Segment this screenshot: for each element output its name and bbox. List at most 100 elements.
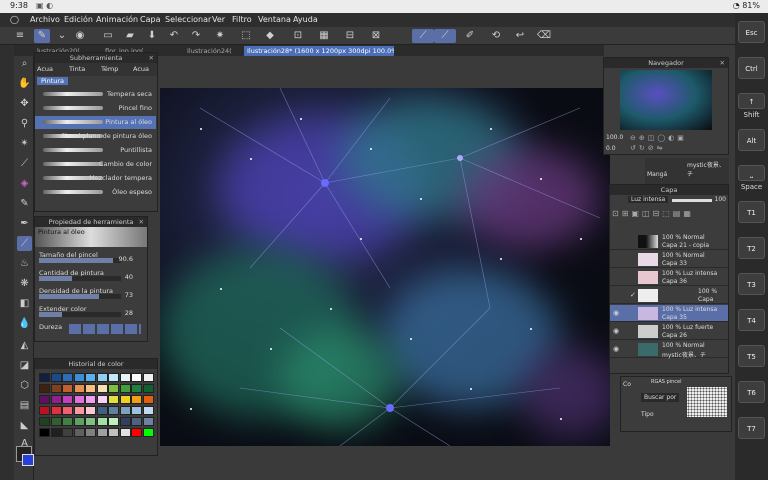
deselect-icon[interactable]: ⊟: [342, 29, 358, 43]
color-swatch[interactable]: [50, 417, 62, 426]
tab-ilustracion24[interactable]: Ilustración24(: [184, 46, 236, 56]
brush-icon[interactable]: ⟋: [17, 236, 32, 251]
color-swatch[interactable]: [85, 417, 96, 426]
color-swatch[interactable]: [62, 417, 73, 426]
color-swatch[interactable]: [39, 428, 50, 437]
zoom-icon[interactable]: ⌕: [17, 56, 32, 71]
color-swatch[interactable]: [131, 417, 142, 426]
fill-tool-icon[interactable]: ◭: [17, 338, 32, 353]
material-search-input[interactable]: Buscar por: [641, 393, 680, 402]
color-swatch[interactable]: [73, 428, 85, 437]
material-preview[interactable]: [687, 387, 727, 417]
decoration-icon[interactable]: ❋: [17, 276, 32, 291]
color-swatch[interactable]: [39, 406, 50, 415]
tab-tinta[interactable]: Tinta: [69, 65, 85, 73]
color-swatch[interactable]: [62, 428, 73, 437]
key-t6[interactable]: T6: [738, 381, 765, 403]
prop-hardness[interactable]: Dureza: [37, 323, 145, 337]
layer-row[interactable]: 100 % Normal Capa 33: [610, 251, 728, 268]
selection-icon[interactable]: ⬚: [238, 29, 254, 43]
color-swatch[interactable]: [142, 395, 154, 404]
lasso-icon[interactable]: ⚲: [17, 116, 32, 131]
brush-item[interactable]: Pincel fino: [35, 102, 156, 115]
navigator-preview[interactable]: [620, 70, 712, 130]
eyedropper-icon[interactable]: ⟋: [17, 156, 32, 171]
menu-animacion[interactable]: Animación: [96, 15, 138, 24]
color-swatch[interactable]: [119, 406, 131, 415]
color-swatch[interactable]: [62, 373, 73, 382]
tab-acuarela-2[interactable]: Acua: [133, 65, 149, 73]
color-swatch[interactable]: [73, 373, 85, 382]
color-swatch[interactable]: [73, 384, 85, 393]
color-swatch[interactable]: [73, 417, 85, 426]
color-swatch[interactable]: [96, 406, 108, 415]
color-swatch[interactable]: [119, 395, 131, 404]
layer-row[interactable]: ◉ 100 % Normal mystic夜景、チ: [610, 341, 728, 359]
color-swatch[interactable]: [73, 395, 85, 404]
eraser-icon[interactable]: ◧: [17, 296, 32, 311]
manga-folder[interactable]: Mangá: [647, 171, 667, 178]
sub-color-swatch[interactable]: [22, 454, 34, 466]
tool-brush-icon[interactable]: ✎: [34, 29, 50, 43]
color-swatch[interactable]: [142, 373, 154, 382]
menu-capa[interactable]: Capa: [140, 15, 160, 24]
menu-ver[interactable]: Ver: [212, 15, 225, 24]
tab-pintura[interactable]: Pintura: [37, 77, 69, 85]
color-swatch[interactable]: [39, 384, 50, 393]
history-undo-icon[interactable]: ↩: [512, 29, 528, 43]
color-swatch[interactable]: [119, 428, 131, 437]
frame-icon[interactable]: ▤: [17, 398, 32, 413]
menu-archivo[interactable]: Archivo: [30, 15, 60, 24]
fill-icon[interactable]: ◆: [262, 29, 278, 43]
color-swatch[interactable]: [131, 395, 142, 404]
color-swatch[interactable]: [85, 428, 96, 437]
color-swatch[interactable]: [142, 406, 154, 415]
brush-item[interactable]: Pincel plano de pintura óleo: [35, 130, 156, 143]
color-swatch[interactable]: [96, 384, 108, 393]
move-icon[interactable]: ✥: [17, 96, 32, 111]
navigator-rotate-buttons[interactable]: ↺↻⊘⇋: [630, 144, 665, 152]
chevron-down-icon[interactable]: ⌄: [54, 29, 70, 43]
prop-paint-amount[interactable]: Cantidad de pintura 40: [37, 269, 145, 283]
navigator-zoom-buttons[interactable]: ⊖⊕◫◯◐▣: [630, 134, 687, 142]
gradient-icon[interactable]: ◪: [17, 358, 32, 373]
invert-icon[interactable]: ⊠: [368, 29, 384, 43]
key-esc[interactable]: Esc: [738, 21, 765, 43]
menu-ayuda[interactable]: Ayuda: [293, 15, 318, 24]
color-swatch[interactable]: [119, 384, 131, 393]
color-swatch[interactable]: [73, 406, 85, 415]
crop-icon[interactable]: ⊡: [290, 29, 306, 43]
color-swatch[interactable]: [119, 417, 131, 426]
color-swatch[interactable]: [108, 428, 119, 437]
figure-icon[interactable]: ⬡: [17, 378, 32, 393]
airbrush-icon[interactable]: ♨: [17, 256, 32, 271]
key-alt[interactable]: Alt: [738, 129, 765, 151]
new-file-icon[interactable]: ▭: [100, 29, 116, 43]
angle-value[interactable]: 0.0: [606, 145, 616, 152]
zoom-value[interactable]: 100.0: [606, 134, 623, 141]
color-swatch[interactable]: [62, 384, 73, 393]
color-swatch[interactable]: [50, 406, 62, 415]
pen-icon[interactable]: ◈: [17, 176, 32, 191]
color-swatch[interactable]: [108, 406, 119, 415]
color-swatch[interactable]: [142, 384, 154, 393]
color-swatch[interactable]: [85, 406, 96, 415]
close-icon[interactable]: ✕: [149, 53, 154, 63]
brush-item[interactable]: Puntillista: [35, 144, 156, 157]
layer-row[interactable]: 100 % Normal Capa 21 - copia: [610, 233, 728, 250]
tab-acuarela-1[interactable]: Acua: [37, 65, 53, 73]
key-t1[interactable]: T1: [738, 201, 765, 223]
key-shift[interactable]: ↑: [738, 93, 765, 109]
record-icon[interactable]: ◉: [72, 29, 88, 43]
opacity-slider[interactable]: [672, 199, 712, 202]
color-swatch[interactable]: [131, 384, 142, 393]
marker-icon[interactable]: ✒: [17, 216, 32, 231]
open-folder-icon[interactable]: ▰: [122, 29, 138, 43]
layer-tool-icons[interactable]: ⊡⊞▣◫⊟⬚▤▦: [610, 207, 728, 233]
key-t2[interactable]: T2: [738, 237, 765, 259]
tab-tempera[interactable]: Témp: [101, 65, 118, 73]
undo-icon[interactable]: ↶: [166, 29, 182, 43]
rotate-icon[interactable]: ⟲: [488, 29, 504, 43]
magic-wand-icon[interactable]: ✴: [17, 136, 32, 151]
color-swatch[interactable]: [62, 395, 73, 404]
